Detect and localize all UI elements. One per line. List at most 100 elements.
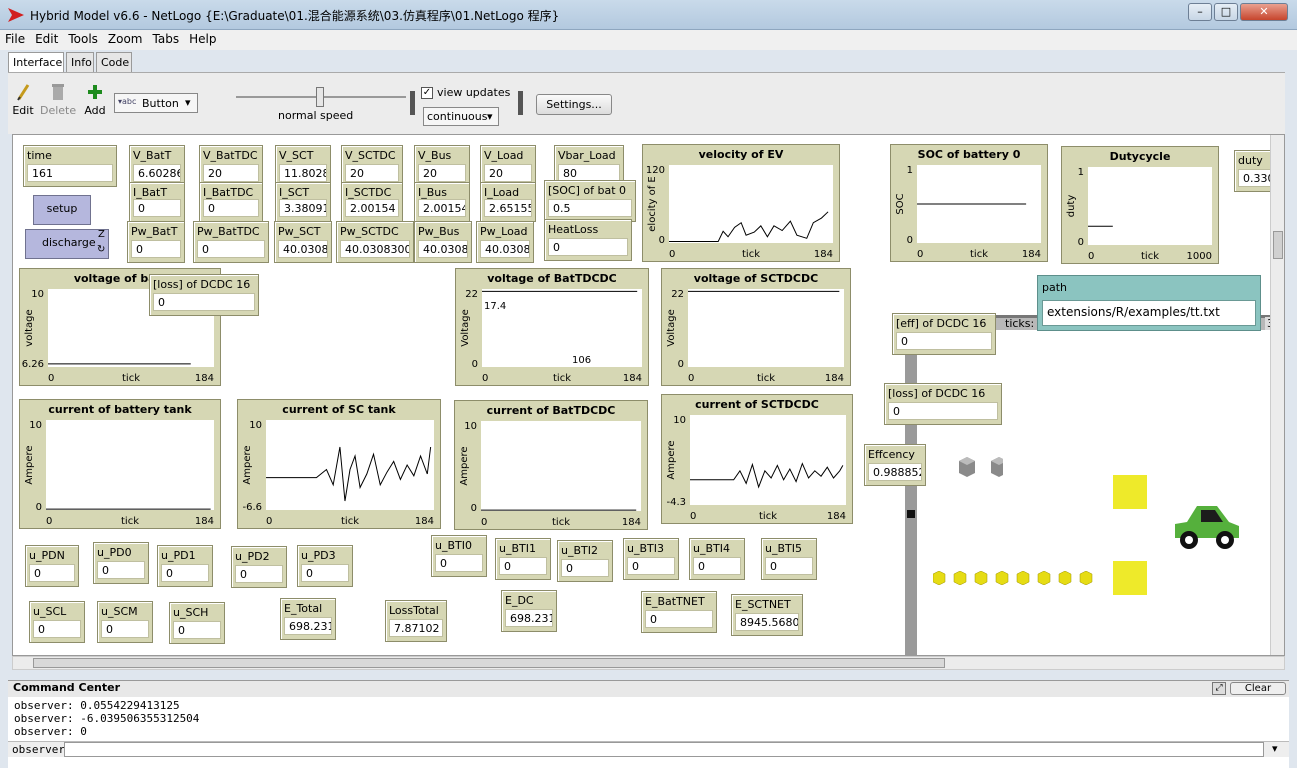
y-max-label: 1 [907, 165, 913, 176]
view-updates-label: view updates [437, 86, 511, 99]
monitor-label: u_PDN [29, 549, 65, 562]
monitor-i-sct: I_SCT 3.38091 [275, 182, 331, 222]
menu-tools[interactable]: Tools [63, 30, 103, 48]
monitor-label: E_Total [284, 602, 323, 615]
y-axis-label: elocity of E [647, 176, 658, 231]
y-max-label: 10 [464, 421, 477, 432]
monitor-label: E_BatTNET [645, 595, 705, 608]
monitor-value: 3.38091 [279, 199, 327, 217]
menu-file[interactable]: File [0, 30, 30, 48]
settings-button[interactable]: Settings... [536, 94, 612, 115]
monitor-u-pd2: u_PD2 0 [231, 546, 287, 588]
menu-edit[interactable]: Edit [30, 30, 63, 48]
chevron-down-icon[interactable]: ▾ [1272, 742, 1278, 755]
update-mode-select[interactable]: continuous ▾ [423, 107, 499, 126]
current-batt-plot-canvas: 10 00 184 tick Ampere [24, 420, 214, 527]
discharge-label: discharge [42, 236, 96, 249]
monitor-label: Vbar_Load [558, 149, 616, 162]
monitor-value: 40.03083 [480, 240, 530, 258]
monitor-value: 0 [197, 240, 265, 258]
interface-panel: ticks: 161 3D time161 V_BatT6.60286 V_Ba… [12, 134, 1285, 656]
menu-help[interactable]: Help [184, 30, 221, 48]
y-min-label: 0 [471, 503, 477, 514]
maximize-button[interactable]: □ [1214, 3, 1238, 21]
menu-zoom[interactable]: Zoom [103, 30, 148, 48]
monitor-soc-bat0: [SOC] of bat 0 0.5 [544, 180, 636, 222]
tab-info[interactable]: Info [66, 52, 94, 72]
toolbar: Edit Delete Add ▾abc Button ▾ normal spe… [8, 72, 1285, 134]
monitor-value: 0 [548, 238, 628, 256]
monitor-value: 20 [345, 164, 399, 182]
x-min-label: 0 [48, 373, 54, 384]
close-button[interactable]: ✕ [1240, 3, 1288, 21]
monitor-u-pd3: u_PD3 0 [297, 545, 353, 587]
command-prompt: observer> [12, 743, 72, 756]
plot-area [1088, 167, 1212, 245]
discharge-button[interactable]: discharge Z ↻ [25, 229, 109, 259]
monitor-v-load: V_Load 20 [480, 145, 536, 187]
monitor-value: 0 [101, 620, 149, 638]
view-updates-checkbox[interactable]: ✓ [421, 87, 433, 99]
window-title: Hybrid Model v6.6 - NetLogo {E:\Graduate… [30, 9, 560, 23]
monitor-pw-load: Pw_Load 40.03083 [476, 221, 534, 263]
add-label: Add [84, 104, 106, 117]
minimize-button[interactable]: – [1188, 3, 1212, 21]
command-input[interactable] [64, 742, 1264, 757]
y-axis-label: duty [1066, 195, 1077, 218]
tab-interface[interactable]: Interface [8, 52, 64, 73]
y-min-label: -6.6 [242, 502, 262, 513]
clear-button[interactable]: Clear [1230, 682, 1286, 695]
yellow-crate-row-icons [933, 571, 1093, 585]
widget-type-select[interactable]: ▾abc Button ▾ [114, 93, 198, 113]
monitor-value: 20 [203, 164, 259, 182]
toolbar-separator [410, 91, 415, 115]
y-max-label: 1 [1078, 167, 1084, 178]
monitor-label: V_Bus [418, 149, 452, 162]
monitor-label: u_SCM [101, 605, 138, 618]
netlogo-logo-icon [8, 8, 24, 22]
scrollbar-thumb[interactable] [1273, 231, 1283, 259]
plus-icon [88, 85, 102, 99]
monitor-value: 0 [301, 564, 349, 582]
monitor-i-bus: I_Bus 2.00154 [414, 182, 470, 222]
x-min-label: 0 [688, 373, 694, 384]
vertical-scrollbar[interactable] [1270, 135, 1284, 655]
y-max-label: 10 [31, 289, 44, 300]
scrollbar-thumb[interactable] [33, 658, 945, 668]
y-axis-label: Voltage [666, 309, 677, 347]
plot-area [690, 415, 846, 505]
monitor-value: 0 [499, 557, 547, 575]
speed-slider-handle[interactable] [316, 87, 324, 107]
monitor-label: u_BTI2 [561, 544, 598, 557]
y-axis-label: Ampere [242, 445, 253, 484]
x-min-label: 0 [917, 249, 923, 260]
add-tool[interactable]: Add [84, 83, 106, 117]
delete-tool[interactable]: Delete [40, 83, 76, 117]
output-line: observer: 0.0554229413125 [14, 699, 180, 712]
path-input[interactable]: extensions/R/examples/tt.txt [1042, 300, 1256, 326]
monitor-value: 0 [645, 610, 713, 628]
edit-tool[interactable]: Edit [12, 83, 34, 117]
horizontal-scrollbar[interactable] [12, 656, 1285, 670]
monitor-e-dc: E_DC 698.2313 [501, 590, 557, 632]
plot-soc: SOC of battery 0 1 0 0 184 tick SOC [890, 144, 1048, 262]
x-axis-label: tick [552, 517, 570, 528]
monitor-value: 0 [153, 293, 255, 311]
x-max-label: 184 [827, 511, 846, 522]
y-max-label: 10 [29, 420, 42, 431]
duty-plot-canvas: 1 00 1000 tick duty [1066, 167, 1212, 262]
setup-button[interactable]: setup [33, 195, 91, 225]
monitor-value: 0 [235, 565, 283, 583]
monitor-label: u_BTI0 [435, 539, 472, 552]
current-sc-plot-canvas: 10 -6.6 0 184 tick Ampere [242, 420, 434, 527]
path-label: path [1042, 281, 1068, 294]
monitor-i-load: I_Load 2.65155 [480, 182, 536, 222]
monitor-value: 40.03083 [278, 240, 328, 258]
monitor-label: V_Load [484, 149, 524, 162]
tab-code[interactable]: Code [96, 52, 132, 72]
current-sctdcdc-plot-canvas: 10 -4.3 0 184 tick Ampere [666, 415, 846, 522]
x-max-label: 184 [1022, 249, 1041, 260]
menu-tabs[interactable]: Tabs [148, 30, 185, 48]
expand-icon[interactable]: ⤢ [1212, 682, 1226, 695]
voltage-sctdcdc-plot-canvas: 22 00 184 tick Voltage [666, 289, 844, 384]
